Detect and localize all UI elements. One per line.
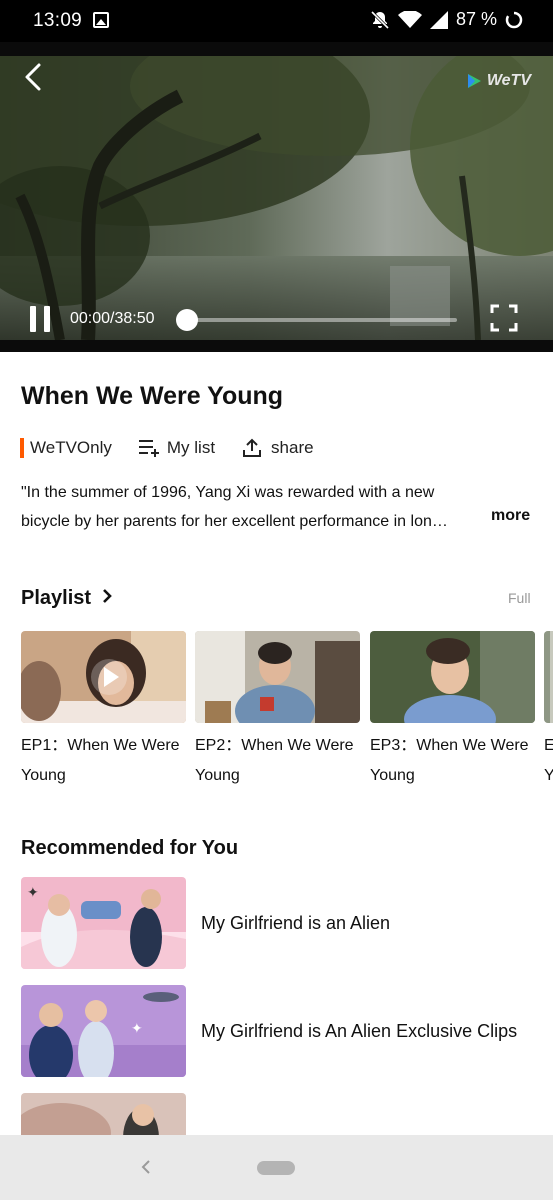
video-frame — [0, 56, 553, 340]
description-line-2: bicycle by her parents for her excellent… — [21, 513, 448, 530]
status-time: 13:09 — [33, 10, 83, 31]
seek-thumb[interactable] — [176, 309, 198, 331]
nav-back-icon[interactable] — [139, 1158, 153, 1176]
fullscreen-icon[interactable] — [490, 304, 518, 332]
play-icon — [104, 667, 119, 687]
episode-title: EP2：When We Were Young — [195, 731, 370, 791]
system-nav-bar — [0, 1135, 553, 1200]
seek-bar[interactable] — [187, 318, 457, 322]
svg-text:✦: ✦ — [27, 885, 39, 901]
my-list-button[interactable]: My list — [138, 438, 215, 458]
episode-title-line-2: Young — [195, 767, 240, 784]
wetv-logo: WeTV — [465, 72, 531, 90]
wetv-only-tag: WeTVOnly — [20, 438, 112, 458]
add-to-list-icon — [138, 440, 159, 457]
episode-title-line-2: Young — [370, 767, 415, 784]
nav-home-pill[interactable] — [257, 1161, 295, 1175]
full-link[interactable]: Full — [508, 590, 531, 606]
description-line-1: "In the summer of 1996, Yang Xi was rewa… — [21, 484, 435, 501]
pause-icon[interactable] — [30, 306, 52, 332]
tag-accent-bar — [20, 438, 24, 458]
battery-percent: 87 % — [455, 9, 497, 29]
playlist-title: Playlist — [21, 587, 92, 609]
episode-list: EP1：When We Were Young EP2：When We Were … — [21, 631, 553, 801]
battery-icon — [505, 11, 523, 28]
episode-thumbnail — [195, 631, 360, 723]
recommended-thumbnail[interactable]: ✦ — [21, 877, 186, 969]
share-button[interactable]: share — [242, 438, 314, 458]
episode-title-line-1: EP3：When We Were — [370, 737, 529, 754]
episode-thumbnail — [544, 631, 553, 723]
svg-text:✦: ✦ — [131, 1021, 143, 1037]
recommended-item-title[interactable]: My Girlfriend is an Alien — [201, 913, 390, 934]
image-notification-icon — [93, 12, 109, 28]
status-icons: 87 % — [370, 9, 523, 30]
wifi-icon — [397, 10, 422, 28]
playlist-header[interactable]: Playlist — [21, 587, 113, 610]
show-description: "In the summer of 1996, Yang Xi was rewa… — [21, 478, 541, 536]
episode-title: EP3：When We Were Young — [370, 731, 545, 791]
bell-muted-icon — [370, 10, 390, 29]
video-player[interactable]: WeTV 00:00/38:50 — [0, 42, 553, 352]
player-controls: 00:00/38:50 — [0, 300, 553, 340]
show-actions: WeTVOnly My list share — [20, 436, 314, 460]
logo-text: WeTV — [486, 72, 531, 89]
recommended-thumbnail[interactable]: ✦ — [21, 985, 186, 1077]
show-title: When We Were Young — [21, 382, 284, 410]
signal-icon — [429, 10, 448, 29]
back-icon[interactable] — [22, 62, 46, 92]
wetv-play-logo-icon — [467, 74, 481, 88]
episode-title-line-1: EP2：When We Were — [195, 737, 354, 754]
episode-thumbnail — [21, 631, 186, 723]
status-bar: 13:09 87 % — [0, 0, 553, 42]
episode-title-line-1: E — [544, 737, 553, 754]
episode-title: E Y — [544, 731, 553, 791]
episode-title-line-2: Young — [21, 767, 66, 784]
my-list-label: My list — [166, 438, 216, 457]
tag-label: WeTVOnly — [30, 438, 112, 457]
episode-thumbnail — [370, 631, 535, 723]
episode-title-line-1: EP1：When We Were — [21, 737, 180, 754]
recommended-title: Recommended for You — [21, 837, 239, 859]
recommended-item-title[interactable]: My Girlfriend is An Alien Exclusive Clip… — [201, 1021, 517, 1042]
share-label: share — [271, 438, 314, 457]
episode-title-line-2: Y — [544, 767, 553, 784]
episode-title: EP1：When We Were Young — [21, 731, 196, 791]
more-button[interactable]: more — [491, 507, 530, 525]
share-icon — [243, 438, 262, 457]
chevron-right-icon — [102, 589, 112, 603]
timecode: 00:00/38:50 — [70, 310, 155, 327]
